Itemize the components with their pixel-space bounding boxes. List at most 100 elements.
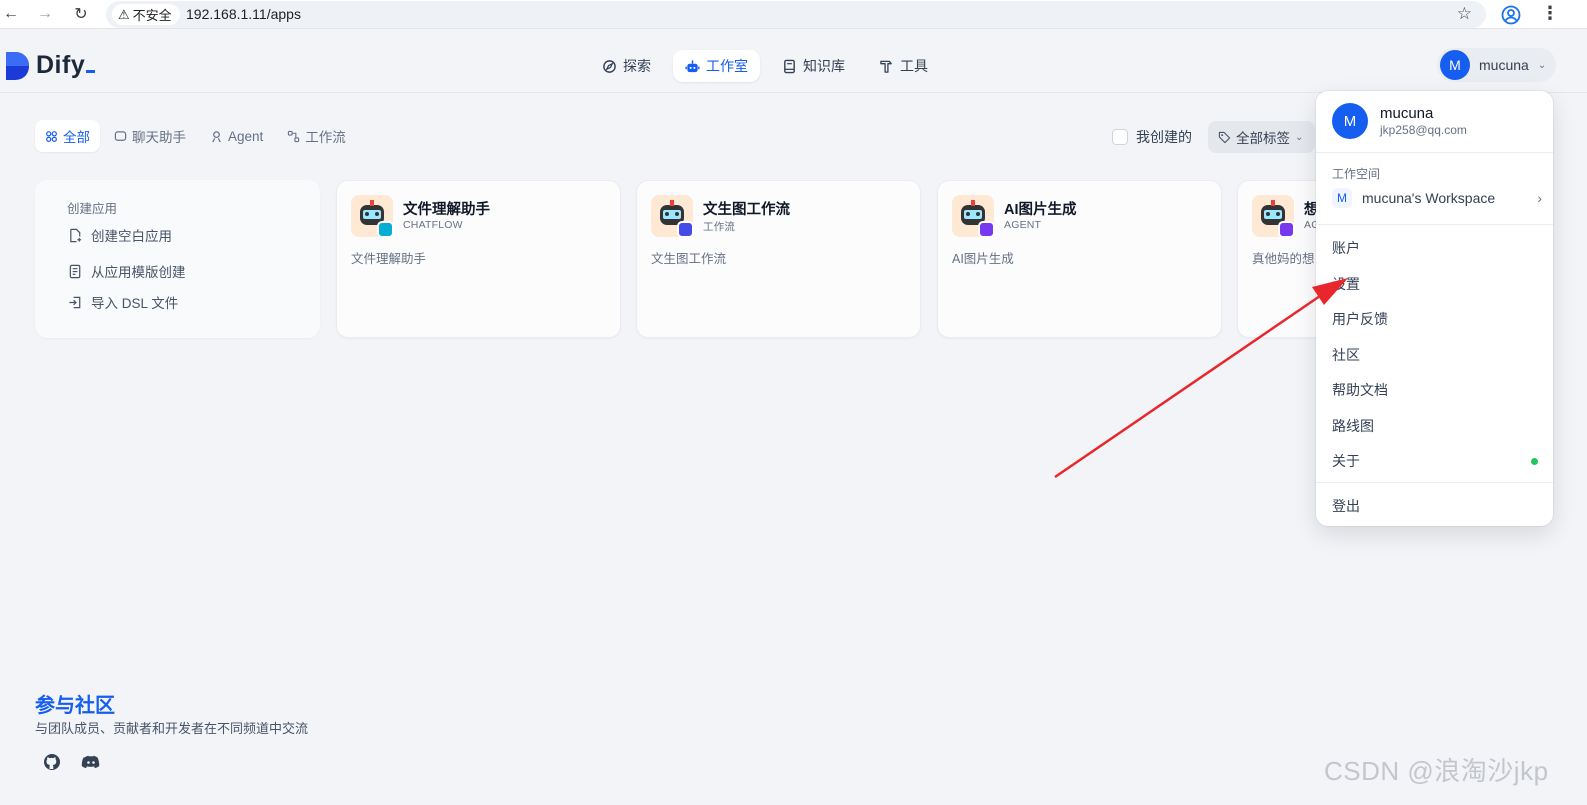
tag-filter-button[interactable]: 全部标签 ⌄ — [1208, 121, 1316, 153]
user-menu-button[interactable]: M mucuna ⌄ — [1437, 48, 1557, 82]
menu-item-label: 社区 — [1332, 347, 1360, 363]
tag-filter-label: 全部标签 — [1236, 131, 1290, 146]
create-from-template-button[interactable]: 从应用模版创建 — [68, 261, 186, 281]
nav-tab-tools[interactable]: 工具 — [867, 50, 940, 82]
chevron-down-icon: ⌄ — [1537, 59, 1547, 71]
workspace-switcher[interactable]: M mucuna's Workspace › — [1332, 188, 1542, 208]
avatar: M — [1332, 103, 1368, 139]
chevron-down-icon: ⌄ — [1295, 131, 1304, 143]
import-icon — [69, 296, 81, 308]
filter-tab-label: 工作流 — [305, 130, 346, 145]
menu-item-label: 路线图 — [1332, 418, 1374, 434]
menu-item-feedback[interactable]: 用户反馈 — [1332, 309, 1538, 329]
filter-tab-workflow[interactable]: 工作流 — [277, 120, 356, 152]
nav-tab-knowledge[interactable]: 知识库 — [770, 50, 857, 82]
create-app-title: 创建应用 — [67, 202, 118, 216]
book-icon — [784, 59, 795, 73]
app-avatar-icon — [952, 195, 995, 238]
app-avatar-icon — [651, 195, 694, 238]
url-text: 192.168.1.11/apps — [186, 6, 301, 22]
app-name: 文件理解助手 — [403, 202, 490, 218]
app-description: 文生图工作流 — [651, 252, 727, 266]
agent-icon — [212, 130, 221, 142]
workflow-icon — [288, 130, 300, 142]
nav-label: 工作室 — [706, 58, 748, 74]
menu-item-label: 用户反馈 — [1332, 311, 1388, 327]
app-avatar-icon — [351, 195, 394, 238]
divider — [1316, 482, 1553, 483]
menu-item-about[interactable]: 关于 — [1332, 451, 1538, 471]
chatflow-badge-icon — [377, 221, 394, 238]
filter-tab-label: 聊天助手 — [132, 130, 186, 145]
app-type: AGENT — [1004, 219, 1042, 231]
tag-icon — [1218, 131, 1231, 143]
logo-text: Dify — [36, 51, 86, 79]
app-type-filter: 全部 聊天助手 Agent 工作流 — [35, 120, 356, 152]
created-by-me-toggle[interactable]: 我创建的 — [1112, 127, 1192, 147]
divider — [1316, 224, 1553, 225]
nav-label: 探索 — [623, 58, 651, 74]
browser-profile-icon[interactable] — [1500, 4, 1522, 26]
avatar: M — [1440, 50, 1470, 80]
app-type: CHATFLOW — [403, 219, 463, 231]
app-card[interactable]: 文件理解助手 CHATFLOW 文件理解助手 — [336, 180, 621, 338]
github-icon[interactable] — [42, 752, 62, 772]
checkbox[interactable] — [1112, 129, 1128, 145]
filter-tab-chat[interactable]: 聊天助手 — [104, 120, 196, 152]
security-chip[interactable]: ⚠ 不安全 — [112, 4, 180, 25]
menu-item-community[interactable]: 社区 — [1332, 345, 1538, 365]
import-dsl-button[interactable]: 导入 DSL 文件 — [68, 292, 178, 312]
dify-logo[interactable]: Dify — [6, 51, 96, 80]
app-card[interactable]: AI图片生成 AGENT AI图片生成 — [937, 180, 1222, 338]
nav-tab-explore[interactable]: 探索 — [590, 50, 663, 82]
menu-item-help-docs[interactable]: 帮助文档 — [1332, 380, 1538, 400]
create-item-label: 导入 DSL 文件 — [91, 296, 179, 311]
chevron-right-icon: › — [1537, 190, 1542, 206]
app-name: AI图片生成 — [1004, 202, 1077, 218]
warning-icon: ⚠ — [118, 6, 130, 22]
menu-item-label: 帮助文档 — [1332, 382, 1388, 398]
address-bar[interactable]: ⚠ 不安全 192.168.1.11/apps ☆ — [106, 1, 1486, 28]
reload-icon[interactable]: ↻ — [70, 4, 92, 24]
watermark: CSDN @浪淘沙jkp — [1324, 756, 1549, 786]
community-subtitle: 与团队成员、贡献者和开发者在不同频道中交流 — [35, 721, 309, 736]
app-description: AI图片生成 — [952, 252, 1014, 266]
nav-label: 知识库 — [803, 58, 845, 74]
app-header: Dify 探索 工作室 知识库 工具 M mucuna ⌄ — [0, 37, 1587, 93]
nav-tab-studio[interactable]: 工作室 — [673, 50, 760, 82]
filter-tab-all[interactable]: 全部 — [35, 120, 100, 152]
app-card[interactable]: 文生图工作流 工作流 文生图工作流 — [636, 180, 921, 338]
workflow-badge-icon — [677, 221, 694, 238]
account-dropdown: M mucuna jkp258@qq.com 工作空间 M mucuna's W… — [1316, 91, 1553, 526]
forward-icon[interactable]: → — [34, 4, 56, 24]
main-nav: 探索 工作室 知识库 工具 — [590, 50, 940, 82]
agent-badge-icon — [978, 221, 995, 238]
menu-item-label: 关于 — [1332, 453, 1360, 469]
browser-menu-icon[interactable]: ⋮ — [1541, 3, 1559, 24]
menu-item-roadmap[interactable]: 路线图 — [1332, 416, 1538, 436]
template-icon — [69, 264, 81, 278]
divider — [1316, 152, 1553, 153]
discord-icon[interactable] — [81, 752, 101, 772]
workspace-name: mucuna's Workspace — [1362, 190, 1496, 206]
menu-item-account[interactable]: 账户 — [1332, 238, 1538, 258]
app-description: 真他妈的想 — [1252, 252, 1315, 266]
menu-item-label: 账户 — [1332, 240, 1360, 256]
back-icon[interactable]: ← — [0, 4, 22, 24]
hammer-icon — [880, 60, 892, 73]
create-item-label: 从应用模版创建 — [91, 265, 186, 280]
app-description: 文件理解助手 — [351, 252, 427, 266]
filter-tab-agent[interactable]: Agent — [200, 120, 273, 152]
filter-tab-label: 全部 — [63, 130, 90, 145]
menu-item-settings[interactable]: 设置 — [1332, 274, 1538, 294]
browser-toolbar: ← → ↻ ⚠ 不安全 192.168.1.11/apps ☆ ⋮ — [0, 0, 1587, 29]
dropdown-user-name: mucuna — [1380, 105, 1434, 122]
grid-icon — [46, 130, 57, 142]
created-by-me-label: 我创建的 — [1136, 129, 1192, 145]
app-type: 工作流 — [703, 221, 736, 233]
dropdown-user-email: jkp258@qq.com — [1380, 123, 1467, 137]
dify-logo-mark-icon — [6, 51, 29, 80]
create-blank-app-button[interactable]: 创建空白应用 — [68, 225, 172, 245]
menu-item-logout[interactable]: 登出 — [1332, 496, 1538, 516]
bookmark-star-icon[interactable]: ☆ — [1457, 4, 1472, 24]
